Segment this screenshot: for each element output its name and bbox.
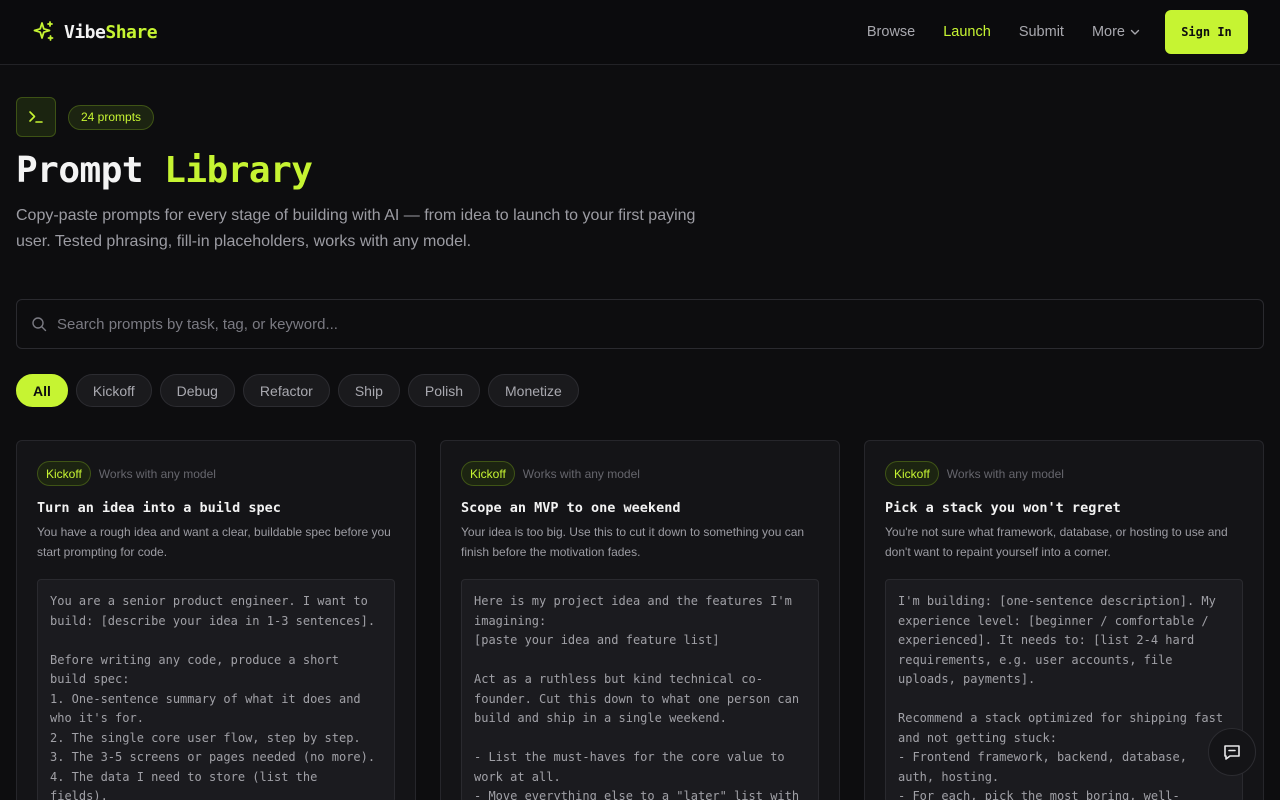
nav-launch[interactable]: Launch <box>943 24 991 40</box>
search-input[interactable] <box>57 315 1249 333</box>
prompt-card[interactable]: Kickoff Works with any model Turn an ide… <box>16 440 416 800</box>
hero-section: 24 prompts Prompt Library Copy-paste pro… <box>0 65 1280 255</box>
filter-monetize[interactable]: Monetize <box>488 374 579 407</box>
card-tag: Kickoff <box>461 461 515 486</box>
brand-name: VibeShare <box>64 21 158 43</box>
filter-polish[interactable]: Polish <box>407 374 481 407</box>
nav-more[interactable]: More <box>1092 24 1141 40</box>
card-tag: Kickoff <box>37 461 91 486</box>
brand-logo[interactable]: VibeShare <box>32 20 158 44</box>
card-description: Your idea is too big. Use this to cut it… <box>461 525 805 559</box>
prompt-text[interactable]: Here is my project idea and the features… <box>461 579 819 800</box>
sign-in-button[interactable]: Sign In <box>1165 10 1248 54</box>
search-icon <box>32 317 47 332</box>
card-model-note: Works with any model <box>522 466 640 481</box>
search-bar <box>16 299 1264 349</box>
chat-bubble-icon <box>1224 745 1240 760</box>
card-title: Scope an MVP to one weekend <box>461 500 681 516</box>
top-navbar: VibeShare Browse Launch Submit More Sign… <box>0 0 1280 65</box>
card-title: Turn an idea into a build spec <box>37 500 281 516</box>
page-title: Prompt Library <box>16 150 313 191</box>
card-description: You have a rough idea and want a clear, … <box>37 525 391 559</box>
sparkle-icon <box>32 20 56 44</box>
hero-badges: 24 prompts <box>16 97 1264 137</box>
card-model-note: Works with any model <box>98 466 216 481</box>
filter-refactor[interactable]: Refactor <box>242 374 330 407</box>
card-tag: Kickoff <box>885 461 939 486</box>
chevron-down-icon <box>1130 29 1140 35</box>
nav-submit[interactable]: Submit <box>1019 24 1064 40</box>
card-meta: Kickoff Works with any model <box>37 461 395 486</box>
prompt-count-badge: 24 prompts <box>68 104 155 130</box>
nav-more-label: More <box>1091 24 1125 40</box>
card-description: You're not sure what framework, database… <box>885 525 1228 559</box>
filter-debug[interactable]: Debug <box>159 374 235 407</box>
card-title: Pick a stack you won't regret <box>885 500 1121 516</box>
filter-all[interactable]: All <box>16 374 68 407</box>
page-subtitle: Copy-paste prompts for every stage of bu… <box>16 207 696 250</box>
terminal-icon <box>16 97 56 137</box>
main-nav: Browse Launch Submit More Sign In <box>839 10 1248 54</box>
prompt-grid: Kickoff Works with any model Turn an ide… <box>16 440 1264 800</box>
filter-kickoff[interactable]: Kickoff <box>75 374 152 407</box>
card-meta: Kickoff Works with any model <box>885 461 1243 486</box>
card-meta: Kickoff Works with any model <box>461 461 819 486</box>
card-model-note: Works with any model <box>946 466 1064 481</box>
prompt-card[interactable]: Kickoff Works with any model Scope an MV… <box>440 440 840 800</box>
category-filters: All Kickoff Debug Refactor Ship Polish M… <box>16 374 1264 407</box>
filter-ship[interactable]: Ship <box>337 374 400 407</box>
prompt-text[interactable]: You are a senior product engineer. I wan… <box>37 579 395 800</box>
prompt-card[interactable]: Kickoff Works with any model Pick a stac… <box>864 440 1264 800</box>
chat-button[interactable] <box>1208 728 1256 776</box>
prompt-text[interactable]: I'm building: [one-sentence description]… <box>885 579 1243 800</box>
nav-browse[interactable]: Browse <box>867 24 915 40</box>
